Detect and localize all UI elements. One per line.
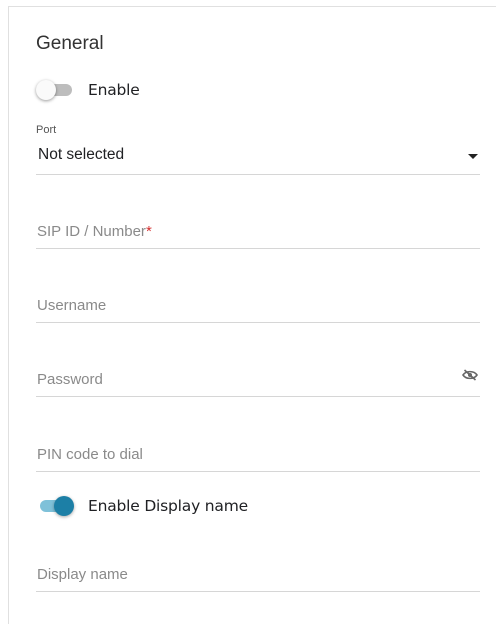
eye-off-icon[interactable] (462, 369, 478, 381)
enable-label: Enable (88, 81, 140, 99)
port-select[interactable]: Port Not selected (36, 124, 480, 175)
enable-toggle-thumb (36, 80, 56, 100)
pin-code-placeholder: PIN code to dial (37, 446, 143, 463)
password-placeholder: Password (37, 371, 103, 388)
enable-toggle[interactable] (36, 80, 74, 100)
enable-display-name-toggle[interactable] (36, 496, 74, 516)
required-mark: * (145, 223, 152, 240)
sip-id-placeholder: SIP ID / Number* (37, 223, 152, 240)
pin-code-field[interactable]: PIN code to dial (36, 441, 480, 472)
display-toggle-thumb (54, 496, 74, 516)
username-placeholder: Username (37, 297, 107, 314)
display-name-field[interactable]: Display name (36, 561, 480, 592)
display-name-toggle-row: Enable Display name (36, 494, 248, 518)
port-value: Not selected (38, 146, 125, 163)
section-title: General (36, 33, 104, 54)
password-field[interactable]: Password (36, 366, 480, 397)
enable-row: Enable (36, 78, 140, 102)
port-label: Port (36, 124, 57, 136)
caret-down-icon (468, 154, 478, 159)
enable-display-name-label: Enable Display name (88, 497, 248, 515)
username-field[interactable]: Username (36, 292, 480, 323)
sip-id-field[interactable]: SIP ID / Number* (36, 218, 480, 249)
display-name-placeholder: Display name (37, 566, 128, 583)
